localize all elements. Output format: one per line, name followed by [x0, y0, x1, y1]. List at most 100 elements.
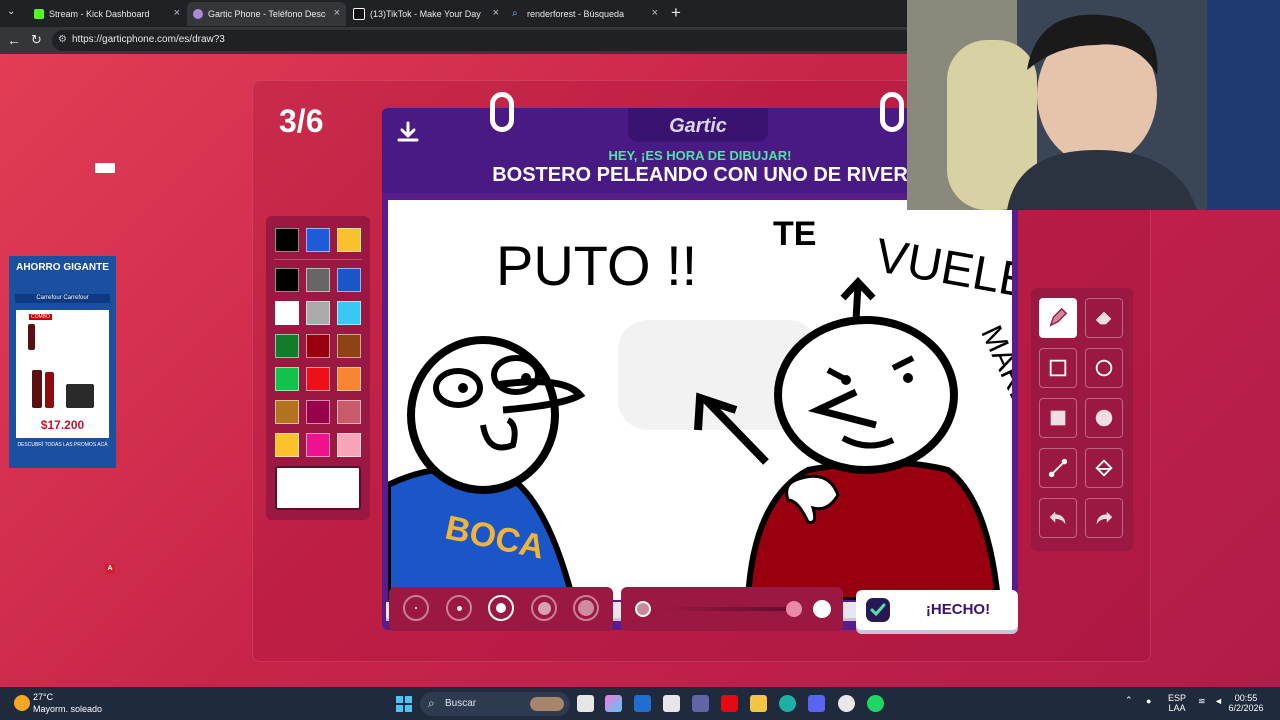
color-palette	[266, 216, 370, 520]
brush-size-4[interactable]	[531, 595, 557, 621]
done-label: ¡HECHO!	[925, 601, 991, 618]
taskbar-search[interactable]: ⌕ Buscar	[420, 692, 570, 716]
opacity-max-icon	[813, 600, 831, 618]
ad-choices-icon[interactable]	[95, 163, 115, 173]
tab-search-icon[interactable]: ⌄	[7, 6, 15, 17]
color-swatch[interactable]	[275, 301, 299, 325]
color-swatch[interactable]	[275, 334, 299, 358]
redo-icon	[1096, 511, 1113, 525]
color-swatch[interactable]	[306, 367, 330, 391]
rectangle-tool[interactable]	[1039, 348, 1077, 388]
url-text: https://garticphone.com/es/draw?3	[72, 34, 225, 45]
ad-footer: DESCUBRÍ TODAS LAS PROMOS ACÁ	[17, 442, 108, 448]
color-swatch[interactable]	[337, 400, 361, 424]
logo-tab: Gartic	[628, 108, 768, 142]
teams-icon[interactable]	[692, 695, 709, 712]
color-swatch[interactable]	[306, 433, 330, 457]
opacity-slider[interactable]	[621, 587, 843, 631]
search-icon: ⌕	[512, 8, 518, 19]
task-view-icon[interactable]	[577, 695, 594, 712]
pencil-tool[interactable]	[1039, 298, 1077, 338]
color-swatch[interactable]	[306, 301, 330, 325]
search-placeholder: Buscar	[445, 698, 477, 709]
back-icon[interactable]: ←	[7, 32, 21, 48]
new-tab-button[interactable]: +	[671, 3, 681, 23]
ad-headline: AHORRO GIGANTE	[16, 262, 109, 273]
filled-ellipse-tool[interactable]	[1085, 398, 1123, 438]
discord-icon[interactable]	[808, 695, 825, 712]
outlook-icon[interactable]	[634, 695, 651, 712]
close-icon[interactable]: ×	[493, 7, 499, 19]
clock[interactable]: 00:55 6/2/2026	[1226, 693, 1266, 713]
done-button[interactable]: ¡HECHO!	[856, 590, 1018, 630]
color-swatch[interactable]	[306, 334, 330, 358]
brush-size-3[interactable]	[488, 595, 514, 621]
temperature: 27°C	[33, 692, 54, 702]
wifi-icon[interactable]: ≋	[1198, 696, 1206, 706]
spotify-icon[interactable]	[867, 695, 884, 712]
bottle-image	[28, 324, 35, 350]
text-puto: PUTO !!	[496, 234, 697, 297]
filled-rectangle-tool[interactable]	[1039, 398, 1077, 438]
windows-start-icon[interactable]	[396, 696, 412, 712]
webcam-image	[907, 0, 1280, 210]
reload-icon[interactable]: ↻	[31, 32, 42, 48]
primary-color-swatch[interactable]	[275, 228, 299, 252]
tab-tiktok[interactable]: (13)TikTok - Make Your Day ×	[347, 2, 505, 26]
ellipse-tool[interactable]	[1085, 348, 1123, 388]
primary-color-swatch[interactable]	[337, 228, 361, 252]
color-swatch[interactable]	[337, 301, 361, 325]
close-icon[interactable]: ×	[334, 7, 340, 19]
language-indicator[interactable]: ESP LAA	[1168, 693, 1186, 713]
color-swatch[interactable]	[275, 400, 299, 424]
show-hidden-icons[interactable]: ⌃	[1125, 695, 1133, 705]
weather-icon[interactable]	[14, 695, 30, 711]
brush-size-5[interactable]	[573, 595, 599, 621]
close-icon[interactable]: ×	[174, 7, 180, 19]
drawing-canvas[interactable]: BOCA PUTO !! TE VUELE MARDO	[388, 200, 1012, 600]
color-swatch[interactable]	[306, 400, 330, 424]
color-swatch[interactable]	[337, 268, 361, 292]
tab-gartic[interactable]: Gartic Phone - Teléfono Descomp ×	[187, 2, 346, 26]
brush-size-1[interactable]	[403, 595, 429, 621]
microphone-icon[interactable]: ●	[1146, 696, 1151, 706]
volume-icon[interactable]: ◄	[1214, 696, 1223, 706]
primary-color-swatch[interactable]	[306, 228, 330, 252]
current-color-preview[interactable]	[275, 466, 361, 510]
opacity-min-icon	[635, 601, 651, 617]
ad-badge-icon[interactable]: A	[105, 564, 115, 574]
site-info-icon[interactable]: ⚙	[58, 34, 67, 45]
color-swatch[interactable]	[337, 367, 361, 391]
netflix-icon[interactable]	[721, 695, 738, 712]
color-swatch[interactable]	[275, 433, 299, 457]
ellipse-icon	[1095, 359, 1113, 377]
brush-size-selector	[389, 587, 613, 631]
download-icon[interactable]	[396, 120, 420, 144]
text-side: MARDO	[974, 321, 1012, 436]
store-icon[interactable]	[663, 695, 680, 712]
eraser-tool[interactable]	[1085, 298, 1123, 338]
close-icon[interactable]: ×	[652, 7, 658, 19]
slider-thumb[interactable]	[786, 601, 802, 617]
color-swatch[interactable]	[337, 334, 361, 358]
color-swatch[interactable]	[275, 268, 299, 292]
file-explorer-icon[interactable]	[750, 695, 767, 712]
color-swatch[interactable]	[337, 433, 361, 457]
line-tool[interactable]	[1039, 448, 1077, 488]
binder-ring	[880, 92, 904, 132]
copilot-icon[interactable]	[605, 695, 622, 712]
tab-renderforest[interactable]: ⌕ renderforest - Búsqueda ×	[506, 2, 664, 26]
gartic-icon	[193, 9, 203, 19]
chrome-icon[interactable]	[838, 695, 855, 712]
brush-size-2[interactable]	[446, 595, 472, 621]
undo-tool[interactable]	[1039, 498, 1077, 538]
edge-icon[interactable]	[779, 695, 796, 712]
color-swatch[interactable]	[275, 367, 299, 391]
fill-bucket-tool[interactable]	[1085, 448, 1123, 488]
color-swatch[interactable]	[306, 268, 330, 292]
language-code: ESP	[1168, 693, 1187, 703]
redo-tool[interactable]	[1085, 498, 1123, 538]
tab-kick[interactable]: Stream - Kick Dashboard ×	[28, 2, 186, 26]
ad-combo-label: COMBO	[29, 314, 52, 320]
carrefour-ad[interactable]: AHORRO GIGANTE Carrefour Carrefour COMBO…	[9, 256, 116, 468]
